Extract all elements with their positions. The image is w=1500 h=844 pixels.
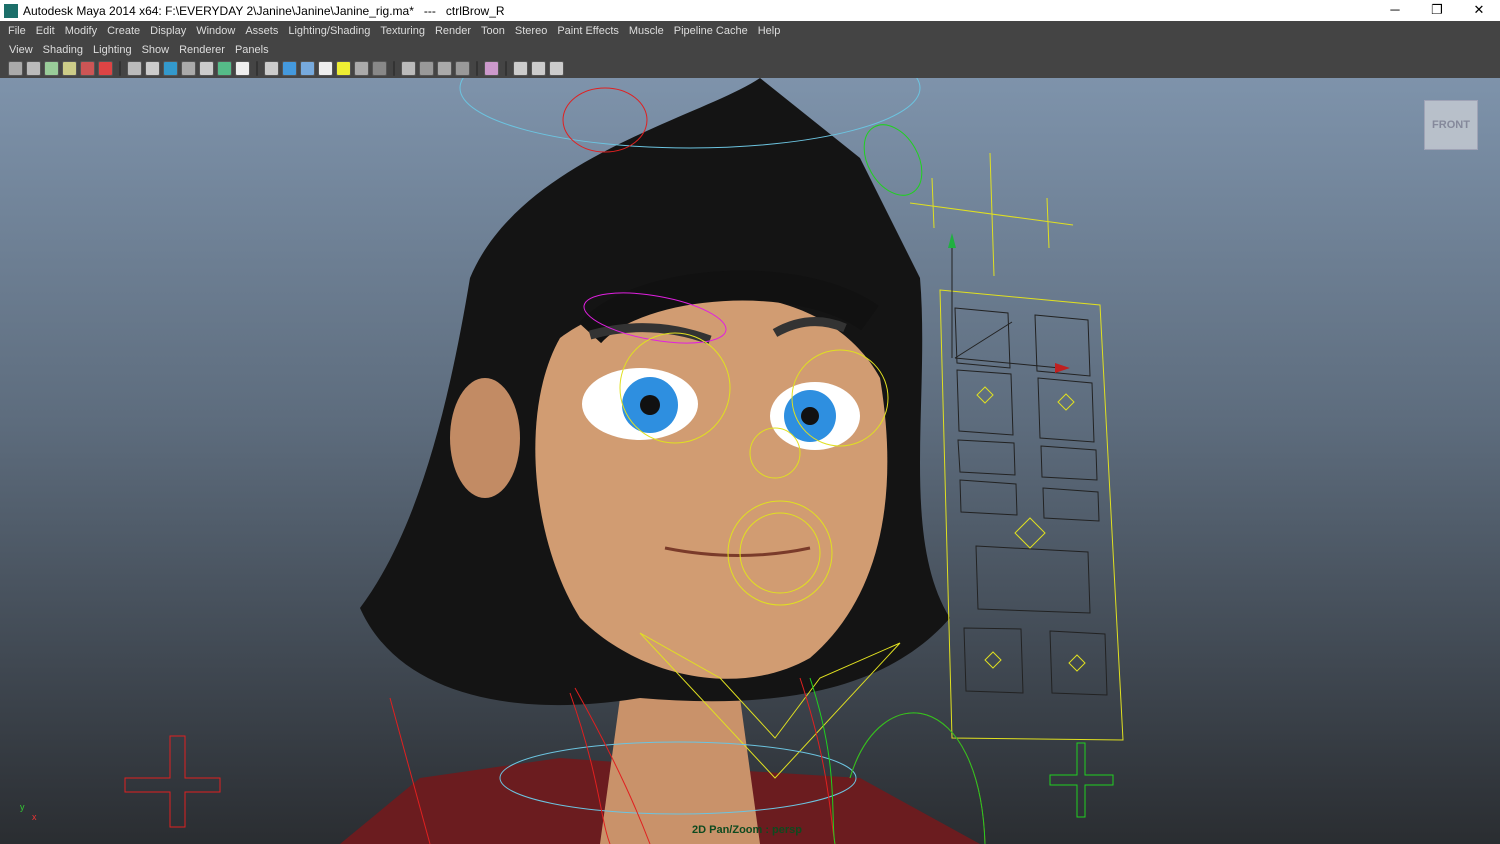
menu-lighting-shading[interactable]: Lighting/Shading (283, 25, 375, 37)
camera-attributes-icon[interactable] (44, 61, 59, 76)
character-body (340, 698, 980, 844)
panel-menu-renderer[interactable]: Renderer (174, 44, 230, 56)
panel-menu-lighting[interactable]: Lighting (88, 44, 137, 56)
default-view-icon[interactable] (513, 61, 528, 76)
perspective-viewport[interactable]: FRONT yx 2D Pan/Zoom : persp (0, 78, 1500, 844)
window-title: Autodesk Maya 2014 x64: F:\EVERYDAY 2\Ja… (23, 3, 505, 18)
isolate-icon[interactable] (455, 61, 470, 76)
smooth-shade-icon[interactable] (282, 61, 297, 76)
select-camera-icon[interactable] (8, 61, 23, 76)
panel-menu-panels[interactable]: Panels (230, 44, 274, 56)
wireframe-icon[interactable] (264, 61, 279, 76)
textured-icon[interactable] (318, 61, 333, 76)
menu-create[interactable]: Create (102, 25, 145, 37)
image-plane-icon[interactable] (80, 61, 95, 76)
menu-paint-effects[interactable]: Paint Effects (552, 25, 624, 37)
resolution-gate-icon[interactable] (163, 61, 178, 76)
toolbar-separator (505, 61, 507, 76)
motion-blur-icon[interactable] (549, 61, 564, 76)
menu-toon[interactable]: Toon (476, 25, 510, 37)
close-button[interactable]: ✕ (1458, 0, 1500, 21)
lock-camera-icon[interactable] (26, 61, 41, 76)
menu-assets[interactable]: Assets (240, 25, 283, 37)
toolbar-separator (393, 61, 395, 76)
toolbar-separator (119, 61, 121, 76)
safe-title-icon[interactable] (235, 61, 250, 76)
maya-logo-icon (4, 3, 18, 18)
bookmark-icon[interactable] (62, 61, 77, 76)
menu-help[interactable]: Help (753, 25, 786, 37)
xray-joints-icon[interactable] (419, 61, 434, 76)
toolbar-separator (476, 61, 478, 76)
panel-menu-view[interactable]: View (4, 44, 38, 56)
shadows-icon[interactable] (354, 61, 369, 76)
minimize-button[interactable]: ─ (1374, 0, 1416, 21)
ambient-occlusion-icon[interactable] (372, 61, 387, 76)
grid-icon[interactable] (127, 61, 142, 76)
field-chart-icon[interactable] (199, 61, 214, 76)
grease-pencil-icon[interactable] (98, 61, 113, 76)
use-all-lights-icon[interactable] (336, 61, 351, 76)
menu-edit[interactable]: Edit (31, 25, 60, 37)
axis-indicator: yx (20, 802, 37, 822)
film-gate-icon[interactable] (145, 61, 160, 76)
menu-render[interactable]: Render (430, 25, 476, 37)
panel-menu-bar: View Shading Lighting Show Renderer Panels (0, 41, 1500, 59)
restore-button[interactable]: ❐ (1416, 0, 1458, 21)
menu-texturing[interactable]: Texturing (375, 25, 430, 37)
toolbar-separator (256, 61, 258, 76)
panel-menu-shading[interactable]: Shading (38, 44, 88, 56)
main-menu-bar: File Edit Modify Create Display Window Assets L… (0, 21, 1500, 41)
isolate-select-icon[interactable] (484, 61, 499, 76)
menu-file[interactable]: File (3, 25, 31, 37)
view-cube[interactable]: FRONT (1424, 100, 1478, 150)
xray-icon[interactable] (401, 61, 416, 76)
wireframe-on-shaded-icon[interactable] (300, 61, 315, 76)
gate-mask-icon[interactable] (181, 61, 196, 76)
panel-toolbar (0, 59, 1500, 78)
scene (124, 78, 1124, 844)
menu-display[interactable]: Display (145, 25, 191, 37)
hud-camera-label: 2D Pan/Zoom : persp (692, 824, 803, 836)
menu-muscle[interactable]: Muscle (624, 25, 669, 37)
title-bar: Autodesk Maya 2014 x64: F:\EVERYDAY 2\Ja… (0, 0, 1500, 21)
menu-stereo[interactable]: Stereo (510, 25, 552, 37)
safe-action-icon[interactable] (217, 61, 232, 76)
menu-window[interactable]: Window (191, 25, 240, 37)
menu-pipeline-cache[interactable]: Pipeline Cache (669, 25, 753, 37)
two-sided-lighting-icon[interactable] (531, 61, 546, 76)
xray-components-icon[interactable] (437, 61, 452, 76)
menu-modify[interactable]: Modify (60, 25, 102, 37)
panel-menu-show[interactable]: Show (137, 44, 175, 56)
